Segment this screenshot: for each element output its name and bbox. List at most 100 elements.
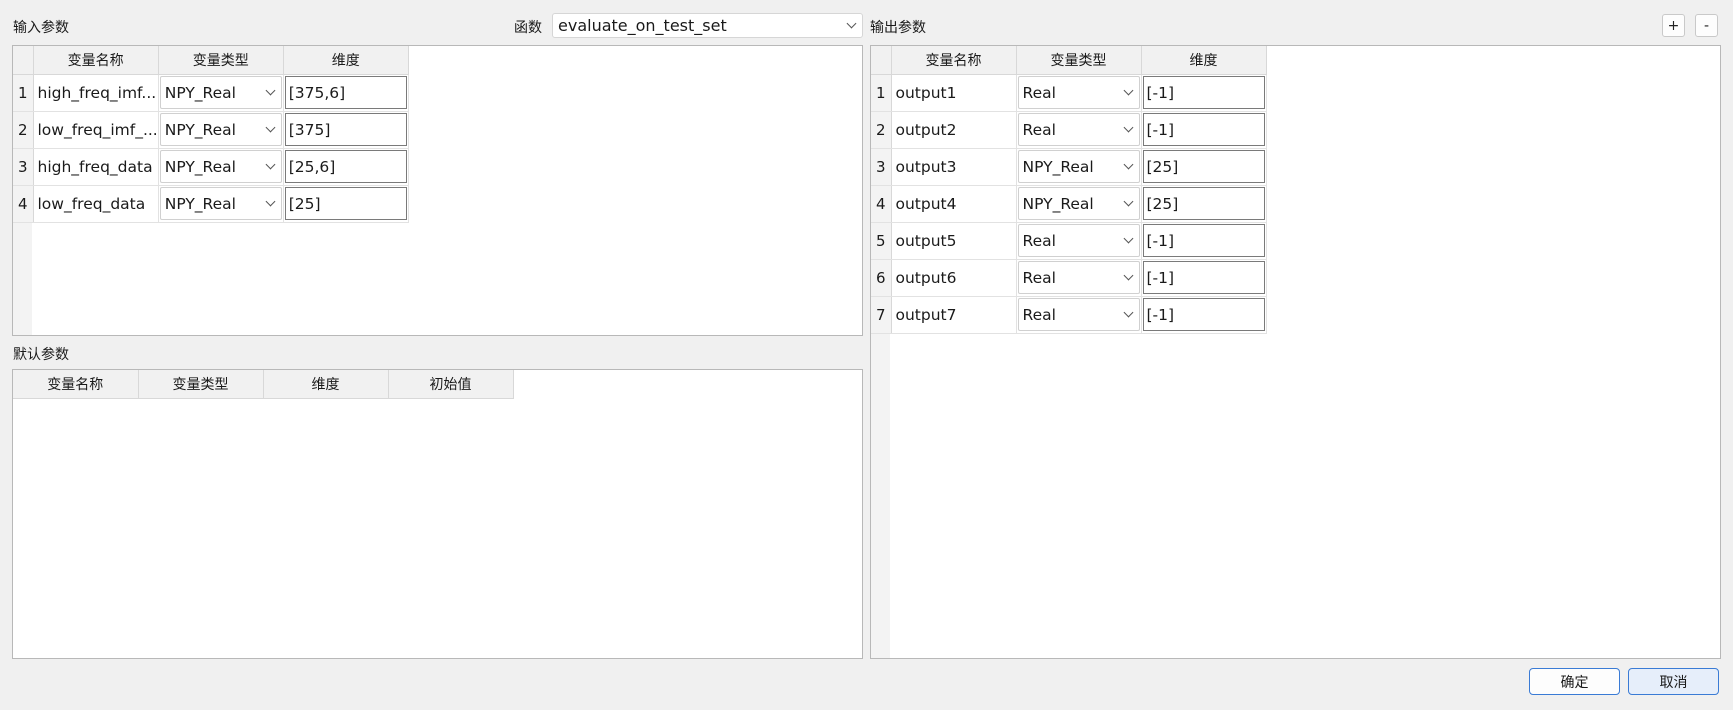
type-select[interactable]: NPY_Real [159,76,282,109]
dim-input[interactable]: [25] [1142,150,1265,183]
input-params-label: 输入参数 [13,20,69,36]
dim-input[interactable]: [375] [284,113,407,146]
cell-var-name[interactable]: output7 [891,296,1017,334]
type-select[interactable]: NPY_Real [159,187,282,220]
type-select[interactable]: NPY_Real [1017,150,1140,183]
type-select[interactable]: Real [1017,76,1140,109]
ok-button[interactable]: 确定 [1529,668,1620,695]
cell-dim[interactable]: [25] [1141,185,1267,223]
row-index: 6 [871,259,892,297]
column-header-dim[interactable]: 维度 [263,370,389,399]
type-select[interactable]: NPY_Real [159,113,282,146]
dim-input[interactable]: [-1] [1142,298,1265,331]
cell-dim[interactable]: [375] [283,111,409,149]
cell-var-type[interactable]: Real [1016,296,1142,334]
cell-var-name[interactable]: low_freq_imf_... [33,111,159,149]
dim-input[interactable]: [-1] [1142,224,1265,257]
table-row[interactable]: 3 high_freq_data NPY_Real [25,6] [13,148,409,186]
cancel-button[interactable]: 取消 [1628,668,1719,695]
column-header-type[interactable]: 变量类型 [138,370,264,399]
table-row[interactable]: 5 output5 Real [-1] [871,222,1267,260]
cell-var-type[interactable]: NPY_Real [158,185,284,223]
dim-input[interactable]: [-1] [1142,76,1265,109]
cell-dim[interactable]: [-1] [1141,111,1267,149]
cell-dim[interactable]: [375,6] [283,74,409,112]
row-index: 3 [13,148,34,186]
cell-var-name-text: output4 [895,194,957,213]
row-index: 7 [871,296,892,334]
cell-var-type[interactable]: NPY_Real [1016,148,1142,186]
cell-var-type[interactable]: NPY_Real [158,148,284,186]
column-header-type[interactable]: 变量类型 [158,46,284,75]
table-row[interactable]: 2 low_freq_imf_... NPY_Real [375] [13,111,409,149]
chevron-down-icon [1119,159,1139,170]
column-header-name[interactable]: 变量名称 [33,46,159,75]
cell-var-name[interactable]: low_freq_data [33,185,159,223]
cell-var-name-text: high_freq_imf... [37,83,157,102]
table-row[interactable]: 4 output4 NPY_Real [25] [871,185,1267,223]
type-select[interactable]: Real [1017,261,1140,294]
cell-var-name-text: output6 [895,268,957,287]
cell-dim[interactable]: [25] [283,185,409,223]
dim-input[interactable]: [-1] [1142,261,1265,294]
cell-var-name[interactable]: output6 [891,259,1017,297]
column-header-name[interactable]: 变量名称 [13,370,139,399]
chevron-down-icon [261,85,281,96]
cell-dim[interactable]: [25] [1141,148,1267,186]
dim-input[interactable]: [25,6] [284,150,407,183]
cell-dim[interactable]: [-1] [1141,74,1267,112]
column-header-dim[interactable]: 维度 [1141,46,1267,75]
cell-var-name-text: high_freq_data [37,157,153,176]
dim-input[interactable]: [375,6] [284,76,407,109]
cell-var-name[interactable]: output5 [891,222,1017,260]
cell-dim[interactable]: [-1] [1141,259,1267,297]
cell-var-name[interactable]: high_freq_imf... [33,74,159,112]
function-select[interactable]: evaluate_on_test_set [552,13,863,38]
type-select[interactable]: Real [1017,298,1140,331]
table-row[interactable]: 7 output7 Real [-1] [871,296,1267,334]
chevron-down-icon [261,122,281,133]
input-params-table: 变量名称 变量类型 维度 1 high_freq_imf... NPY_Real… [12,45,863,336]
add-row-button[interactable]: + [1662,14,1685,37]
column-header-type[interactable]: 变量类型 [1016,46,1142,75]
table-row[interactable]: 1 output1 Real [-1] [871,74,1267,112]
remove-row-button[interactable]: - [1695,14,1718,37]
chevron-down-icon [261,159,281,170]
cell-var-name-text: output7 [895,305,957,324]
cell-var-name[interactable]: output1 [891,74,1017,112]
dim-input[interactable]: [-1] [1142,113,1265,146]
table-row[interactable]: 2 output2 Real [-1] [871,111,1267,149]
column-header-initial-value[interactable]: 初始值 [388,370,514,399]
cell-var-name[interactable]: output2 [891,111,1017,149]
cell-var-type[interactable]: NPY_Real [158,111,284,149]
type-select-value: NPY_Real [164,157,236,176]
row-index: 2 [871,111,892,149]
dim-input[interactable]: [25] [1142,187,1265,220]
type-select[interactable]: NPY_Real [159,150,282,183]
cell-dim[interactable]: [-1] [1141,296,1267,334]
cell-var-type[interactable]: Real [1016,259,1142,297]
cell-var-type[interactable]: NPY_Real [1016,185,1142,223]
table-row[interactable]: 1 high_freq_imf... NPY_Real [375,6] [13,74,409,112]
cell-var-type[interactable]: NPY_Real [158,74,284,112]
cell-dim[interactable]: [-1] [1141,222,1267,260]
cell-var-name[interactable]: output4 [891,185,1017,223]
type-select[interactable]: NPY_Real [1017,187,1140,220]
column-header-dim[interactable]: 维度 [283,46,409,75]
column-header-name[interactable]: 变量名称 [891,46,1017,75]
cell-var-type[interactable]: Real [1016,222,1142,260]
type-select-value: NPY_Real [1022,157,1094,176]
cell-var-type[interactable]: Real [1016,111,1142,149]
row-index: 1 [13,74,34,112]
table-row[interactable]: 3 output3 NPY_Real [25] [871,148,1267,186]
cell-var-name[interactable]: output3 [891,148,1017,186]
table-row[interactable]: 6 output6 Real [-1] [871,259,1267,297]
cell-dim[interactable]: [25,6] [283,148,409,186]
cell-var-type[interactable]: Real [1016,74,1142,112]
cell-var-name[interactable]: high_freq_data [33,148,159,186]
dim-input[interactable]: [25] [284,187,407,220]
type-select[interactable]: Real [1017,113,1140,146]
type-select-value: Real [1022,231,1056,250]
type-select[interactable]: Real [1017,224,1140,257]
table-row[interactable]: 4 low_freq_data NPY_Real [25] [13,185,409,223]
